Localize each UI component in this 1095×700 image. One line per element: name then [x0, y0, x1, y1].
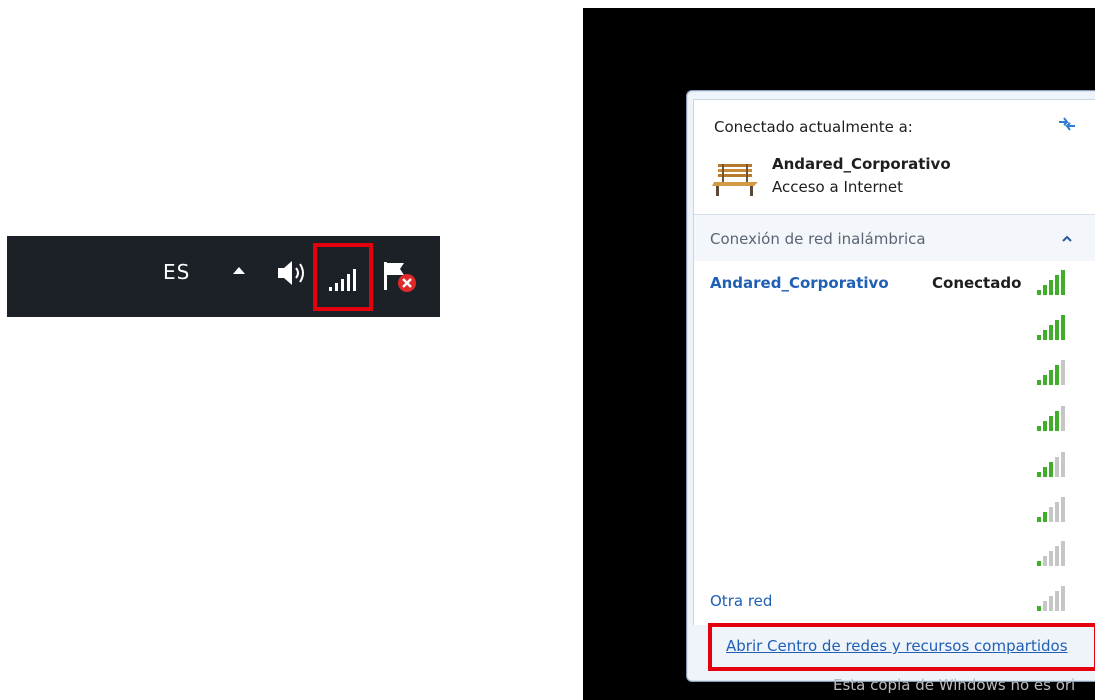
signal-strength-icon — [1037, 270, 1065, 295]
signal-bar — [1037, 335, 1041, 340]
network-icon-highlight[interactable] — [313, 243, 373, 311]
network-popup: Conectado actualmente a: Andared_Corpora… — [686, 90, 1095, 682]
signal-bar — [1049, 596, 1053, 611]
signal-strength-icon — [1037, 586, 1065, 611]
signal-strength-icon — [1037, 360, 1065, 385]
signal-bar — [1055, 365, 1059, 385]
signal-bar — [1049, 370, 1053, 385]
signal-strength-icon — [1037, 541, 1065, 566]
signal-bar — [1055, 320, 1059, 340]
signal-bar — [1049, 325, 1053, 340]
other-network-link[interactable]: Otra red — [710, 592, 772, 610]
signal-bar — [1061, 452, 1065, 477]
currently-connected-label: Conectado actualmente a: — [714, 118, 913, 136]
open-network-center-highlight[interactable]: Abrir Centro de redes y recursos compart… — [708, 623, 1095, 671]
show-hidden-icons-chevron-icon[interactable] — [229, 260, 249, 280]
signal-strength-icon — [1037, 452, 1065, 477]
signal-bar — [1037, 380, 1041, 385]
signal-strength-icon — [1037, 497, 1065, 522]
bench-icon — [712, 164, 758, 196]
signal-bar — [1043, 467, 1047, 477]
signal-bar — [1037, 426, 1041, 431]
action-center-flag-icon[interactable] — [380, 258, 420, 294]
signal-bar — [1043, 421, 1047, 431]
signal-bar — [1037, 606, 1041, 611]
signal-bar — [1049, 280, 1053, 295]
signal-bar — [1043, 285, 1047, 295]
wireless-section-title: Conexión de red inalámbrica — [710, 230, 926, 248]
wifi-network-name[interactable]: Andared_Corporativo — [710, 274, 889, 292]
desktop-screen: Conectado actualmente a: Andared_Corpora… — [583, 8, 1095, 700]
signal-bar — [1037, 561, 1041, 566]
signal-strength-icon — [1037, 315, 1065, 340]
signal-bar — [1061, 315, 1065, 340]
signal-bar — [1061, 586, 1065, 611]
signal-bar — [1043, 512, 1047, 522]
collapse-chevron-icon[interactable] — [1060, 233, 1074, 245]
signal-bar — [1061, 360, 1065, 385]
current-network-name: Andared_Corporativo — [772, 155, 951, 173]
signal-bar — [1061, 541, 1065, 566]
signal-bar — [1049, 551, 1053, 566]
language-indicator[interactable]: ES — [163, 260, 190, 284]
signal-bar — [1037, 290, 1041, 295]
open-network-center-link[interactable]: Abrir Centro de redes y recursos compart… — [726, 637, 1068, 655]
windows-watermark: Esta copia de Windows no es ori — [833, 676, 1076, 694]
wifi-network-status: Conectado — [932, 274, 1022, 292]
refresh-icon[interactable] — [1056, 114, 1078, 134]
signal-bar — [1061, 270, 1065, 295]
signal-bar — [1055, 457, 1059, 477]
signal-bar — [1043, 375, 1047, 385]
signal-bar — [1055, 591, 1059, 611]
signal-bar — [1055, 275, 1059, 295]
signal-bar — [1037, 472, 1041, 477]
network-signal-icon[interactable] — [327, 267, 361, 291]
current-network-access: Acceso a Internet — [772, 178, 904, 196]
signal-bar — [1055, 546, 1059, 566]
signal-bar — [1049, 462, 1053, 477]
signal-bar — [1055, 502, 1059, 522]
signal-bar — [1055, 411, 1059, 431]
signal-bar — [1043, 330, 1047, 340]
signal-strength-icon — [1037, 406, 1065, 431]
speaker-icon[interactable] — [275, 258, 311, 288]
signal-bar — [1061, 497, 1065, 522]
popup-content: Conectado actualmente a: Andared_Corpora… — [693, 99, 1095, 625]
signal-bar — [1037, 517, 1041, 522]
taskbar: ES — [7, 236, 440, 317]
signal-bar — [1043, 601, 1047, 611]
signal-bar — [1043, 556, 1047, 566]
signal-bar — [1061, 406, 1065, 431]
signal-bar — [1049, 416, 1053, 431]
signal-bar — [1049, 507, 1053, 522]
